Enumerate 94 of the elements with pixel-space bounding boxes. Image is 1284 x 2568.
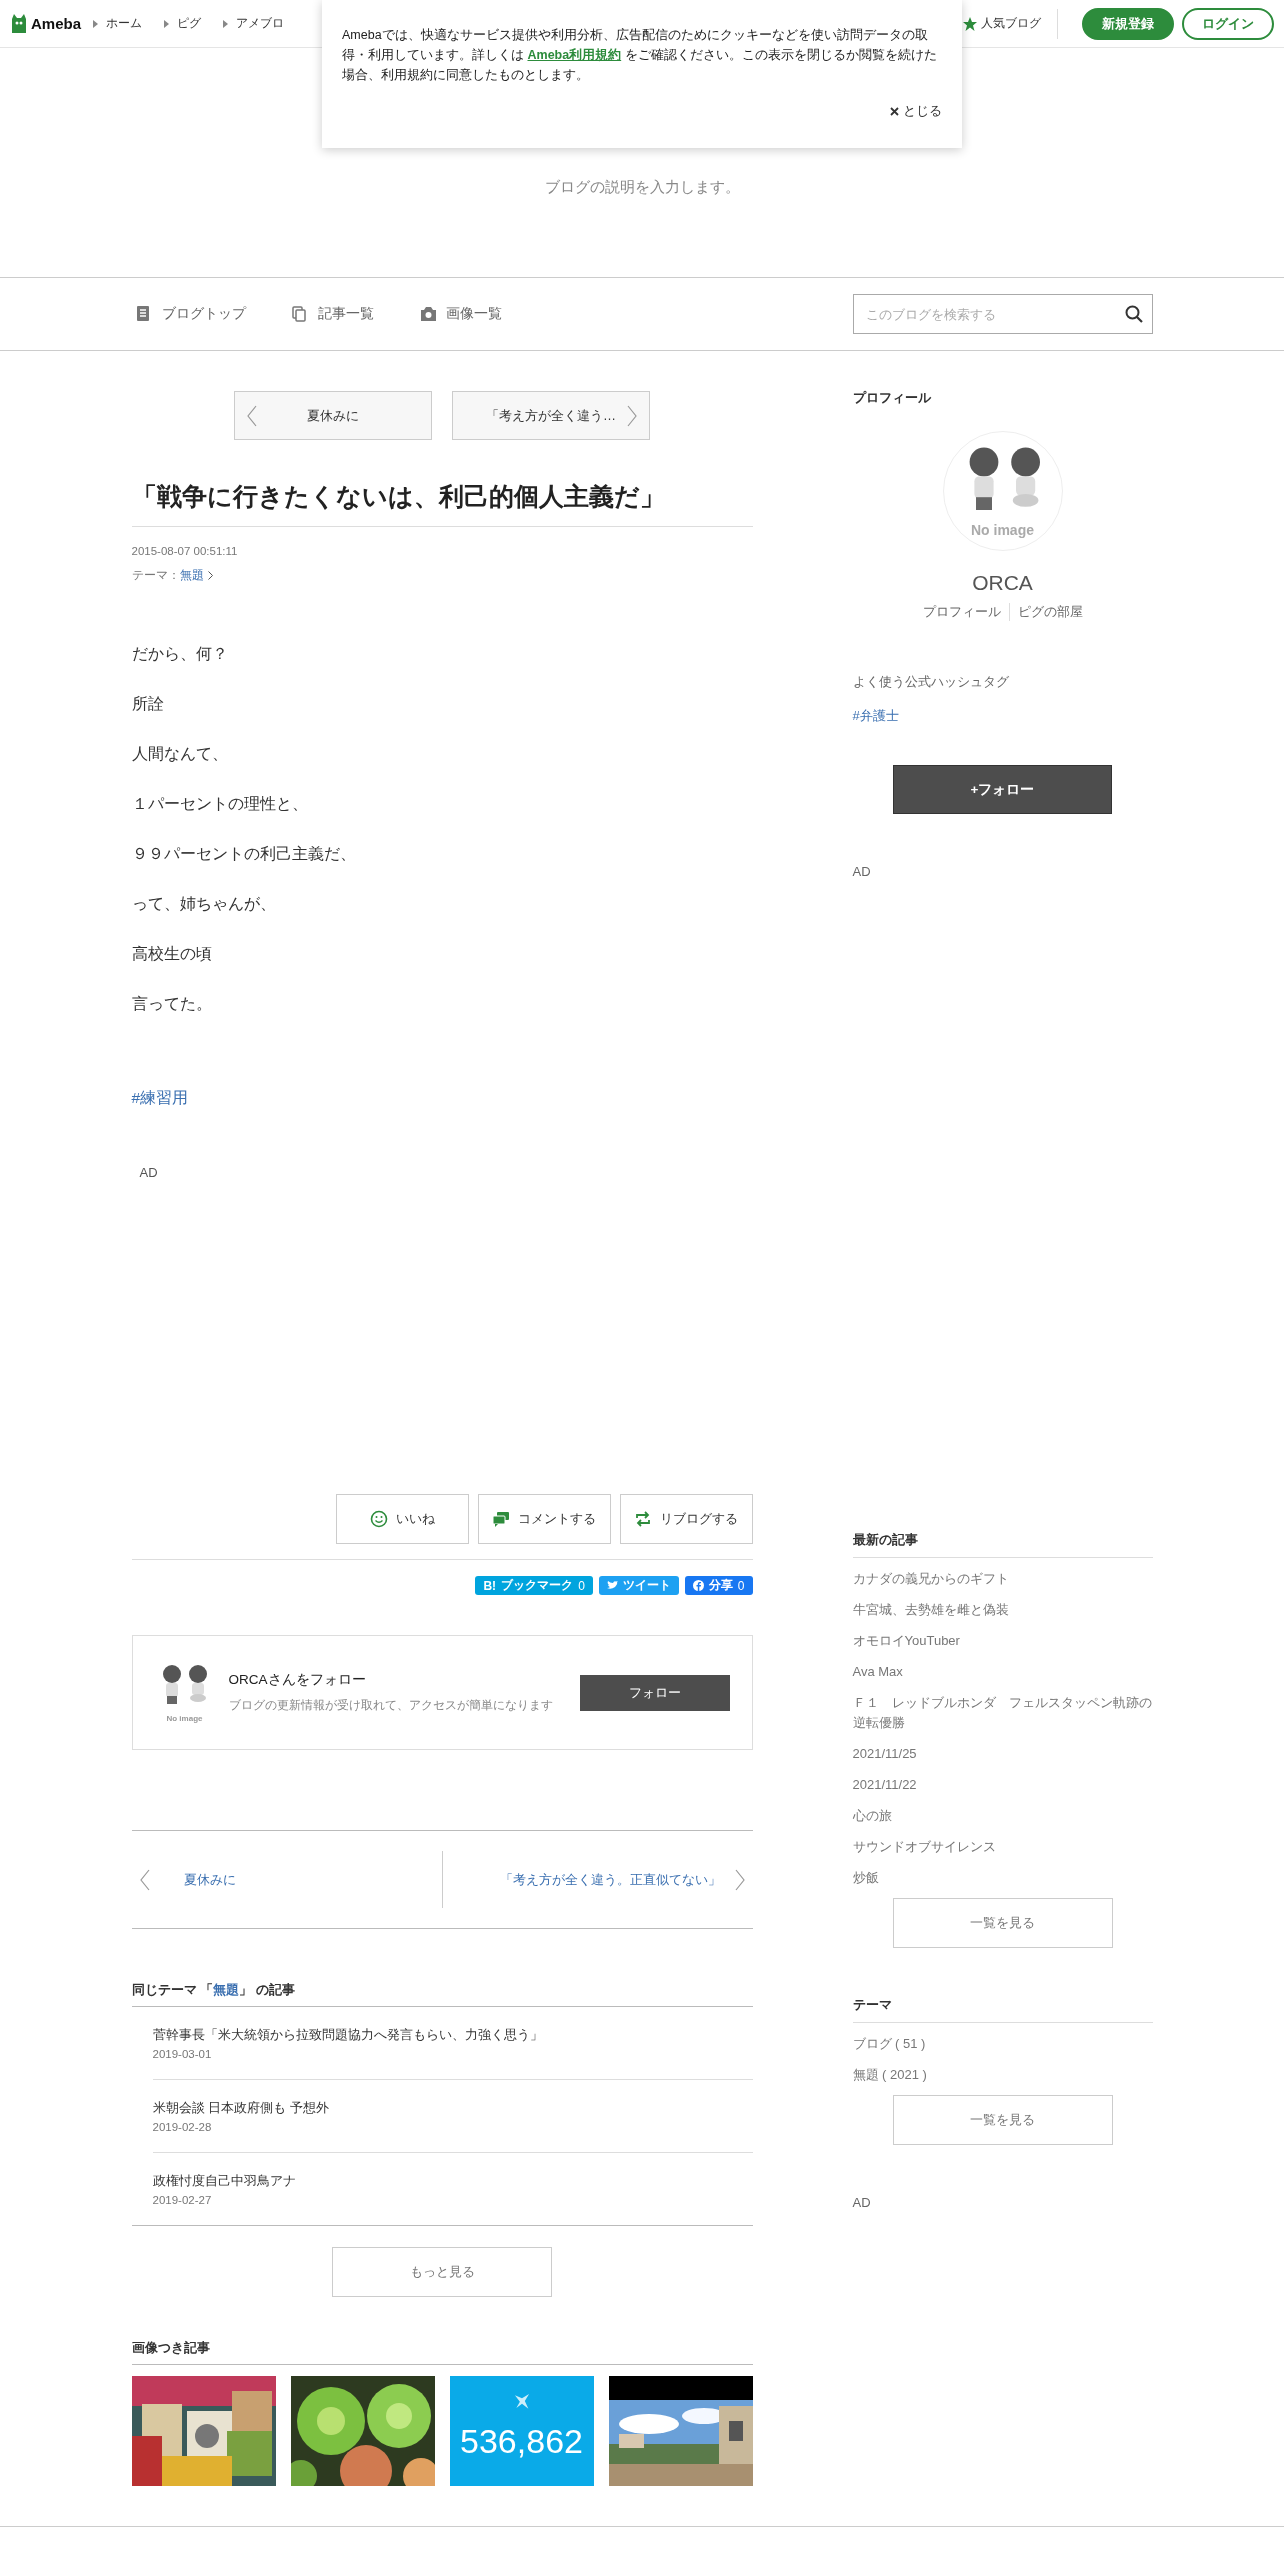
prev-article-button[interactable]: 夏休みに bbox=[234, 391, 432, 440]
chevron-right-icon bbox=[627, 405, 637, 427]
more-button[interactable]: もっと見る bbox=[332, 2247, 552, 2297]
article-date: 2015-08-07 00:51:11 bbox=[131, 544, 239, 559]
profile-link[interactable]: ピグの部屋 bbox=[1008, 603, 1091, 621]
theme-label: テーマ： bbox=[131, 568, 180, 583]
article-text: 人間なんて、 bbox=[131, 744, 229, 764]
sidebar-link[interactable]: Ｆ１ レッドブルホンダ フェルスタッペン軌跡の逆転優勝 bbox=[852, 1693, 1153, 1733]
article-link[interactable]: 米朝会談 日本政府側も 予想外 bbox=[152, 2099, 753, 2117]
hashtag-heading: よく使う公式ハッシュタグ bbox=[852, 673, 1010, 691]
sidebar-link[interactable]: カナダの義兄からのギフト bbox=[852, 1569, 1153, 1589]
article-link[interactable]: 菅幹事長「米大統領から拉致問題協力へ発言もらい、力強く思う」 bbox=[152, 2026, 753, 2044]
section-heading: 画像つき記事 bbox=[131, 2339, 753, 2365]
no-image-avatar: No image bbox=[942, 431, 1063, 551]
nav-link[interactable]: ピグ bbox=[164, 15, 202, 32]
section-heading: テーマ bbox=[852, 1996, 1153, 2023]
signup-button[interactable]: 新規登録 bbox=[1082, 7, 1174, 40]
facebook-icon bbox=[692, 1580, 704, 1591]
sidebar-link[interactable]: 牛宮城、去勢雄を雌と偽装 bbox=[852, 1600, 1153, 1620]
article-date: 2019-02-28 bbox=[152, 2121, 213, 2133]
see-all-button[interactable]: 一覧を見る bbox=[892, 2095, 1113, 2145]
cookie-message: Amebaでは、快適なサービス提供や利用分析、広告配信のためにクッキーなどを使い訪問データの取得・利用しています。詳しくは Ameba利用規約 をご確認ください。この表示を閉じるか閲覧を続けた場合、利用規約に同意したものとします。 bbox=[342, 27, 938, 84]
blog-nav-link[interactable]: 記事一覧 bbox=[291, 305, 374, 323]
blog-description: ブログの説明を入力します。 bbox=[544, 178, 740, 197]
tweet-button[interactable]: ツイート bbox=[598, 1576, 679, 1595]
sidebar-link[interactable]: Ava Max bbox=[852, 1662, 1153, 1682]
article-text: ９９パーセントの利己主義だ、 bbox=[131, 844, 357, 864]
article-text: 高校生の頃 bbox=[131, 944, 213, 964]
follow-title: ORCAさんをフォロー bbox=[228, 1671, 367, 1689]
chevron-left-icon bbox=[139, 1868, 150, 1891]
camera-icon bbox=[419, 306, 436, 322]
sidebar-link[interactable]: ブログ ( 51 ) bbox=[852, 2034, 1153, 2054]
sidebar-link[interactable]: オモロイYouTuber bbox=[852, 1631, 1153, 1651]
smile-icon bbox=[369, 1510, 388, 1528]
sidebar-link[interactable]: 2021/11/22 bbox=[852, 1775, 1153, 1795]
nav-link[interactable]: アメブロ bbox=[223, 15, 285, 32]
profile-link[interactable]: プロフィール bbox=[914, 603, 1009, 621]
chevron-right-icon bbox=[734, 1868, 745, 1891]
follow-button[interactable]: フォロー bbox=[579, 1674, 730, 1711]
login-button[interactable]: ログイン bbox=[1182, 7, 1274, 40]
blog-nav-link[interactable]: ブログトップ bbox=[135, 305, 246, 323]
sidebar-link[interactable]: 心の旅 bbox=[852, 1806, 1153, 1826]
article-text: 言ってた。 bbox=[131, 994, 213, 1014]
nav-link[interactable]: ホーム bbox=[93, 15, 143, 32]
hashtag-link[interactable]: #練習用 bbox=[131, 1089, 189, 1106]
popular-blog-link[interactable]: 人気ブログ bbox=[963, 8, 1058, 39]
article-date: 2019-02-27 bbox=[152, 2194, 213, 2206]
search-icon bbox=[1124, 305, 1143, 323]
hashtag-link[interactable]: #弁護士 bbox=[852, 707, 1153, 725]
sidebar-link[interactable]: 炒飯 bbox=[852, 1868, 1153, 1888]
section-heading: プロフィール bbox=[852, 389, 932, 407]
reblog-icon bbox=[634, 1510, 652, 1528]
ad-label: AD bbox=[139, 1164, 159, 1182]
next-article-link[interactable]: 「考え方が全く違う。正直似てない」 bbox=[442, 1851, 753, 1908]
ad-label: AD bbox=[852, 2195, 872, 2210]
document-icon bbox=[135, 306, 152, 322]
comment-icon bbox=[492, 1510, 510, 1528]
share-button[interactable]: 分享 0 bbox=[684, 1576, 753, 1595]
chevron-right-icon bbox=[207, 570, 213, 580]
no-image-avatar: No image bbox=[158, 1662, 211, 1723]
article-title: 「戦争に行きたくないは、利己的個人主義だ」 bbox=[131, 478, 753, 527]
section-heading: 同じテーマ 「無題」 の記事 bbox=[131, 1982, 295, 1997]
article-date: 2019-03-01 bbox=[152, 2048, 213, 2060]
article-text: １パーセントの理性と、 bbox=[131, 794, 309, 814]
bird-icon bbox=[606, 1581, 618, 1590]
logo-text[interactable]: Ameba bbox=[31, 15, 82, 32]
like-button[interactable]: いいね bbox=[335, 1494, 469, 1544]
comment-button[interactable]: コメントする bbox=[477, 1494, 611, 1544]
star-icon bbox=[963, 16, 977, 31]
chevron-left-icon bbox=[247, 405, 257, 427]
search-field[interactable]: このブログを検索する bbox=[852, 294, 1153, 334]
article-link[interactable]: 政権忖度自己中羽鳥アナ bbox=[152, 2172, 753, 2190]
bookmark-button[interactable]: B! ブックマーク 0 bbox=[475, 1576, 593, 1595]
sidebar-link[interactable]: 2021/11/25 bbox=[852, 1744, 1153, 1764]
theme-link[interactable]: 無題 bbox=[179, 567, 213, 583]
terms-link[interactable]: Ameba利用規約 bbox=[527, 48, 622, 62]
reblog-button[interactable]: リブログする bbox=[619, 1494, 753, 1544]
pages-icon bbox=[291, 306, 308, 322]
ad-label: AD bbox=[852, 864, 872, 879]
follow-button[interactable]: +フォロー bbox=[893, 765, 1112, 814]
article-text: 所詮 bbox=[131, 694, 165, 714]
blog-nav-link[interactable]: 画像一覧 bbox=[419, 305, 502, 323]
prev-article-link[interactable]: 夏休みに bbox=[131, 1851, 443, 1908]
section-heading: 最新の記事 bbox=[852, 1531, 1153, 1558]
article-text: って、姉ちゃんが、 bbox=[131, 894, 277, 914]
profile-name: ORCA bbox=[971, 571, 1034, 595]
follow-description: ブログの更新情報が受け取れて、アクセスが簡単になります bbox=[228, 1697, 554, 1714]
article-text: だから、何？ bbox=[131, 644, 229, 664]
close-icon bbox=[890, 107, 899, 116]
close-button[interactable]: とじる bbox=[890, 103, 942, 120]
next-article-button[interactable]: 「考え方が全く違う… bbox=[452, 391, 650, 440]
sidebar-link[interactable]: サウンドオブサイレンス bbox=[852, 1837, 1153, 1857]
see-all-button[interactable]: 一覧を見る bbox=[892, 1898, 1113, 1948]
sidebar-link[interactable]: 無題 ( 2021 ) bbox=[852, 2065, 1153, 2085]
